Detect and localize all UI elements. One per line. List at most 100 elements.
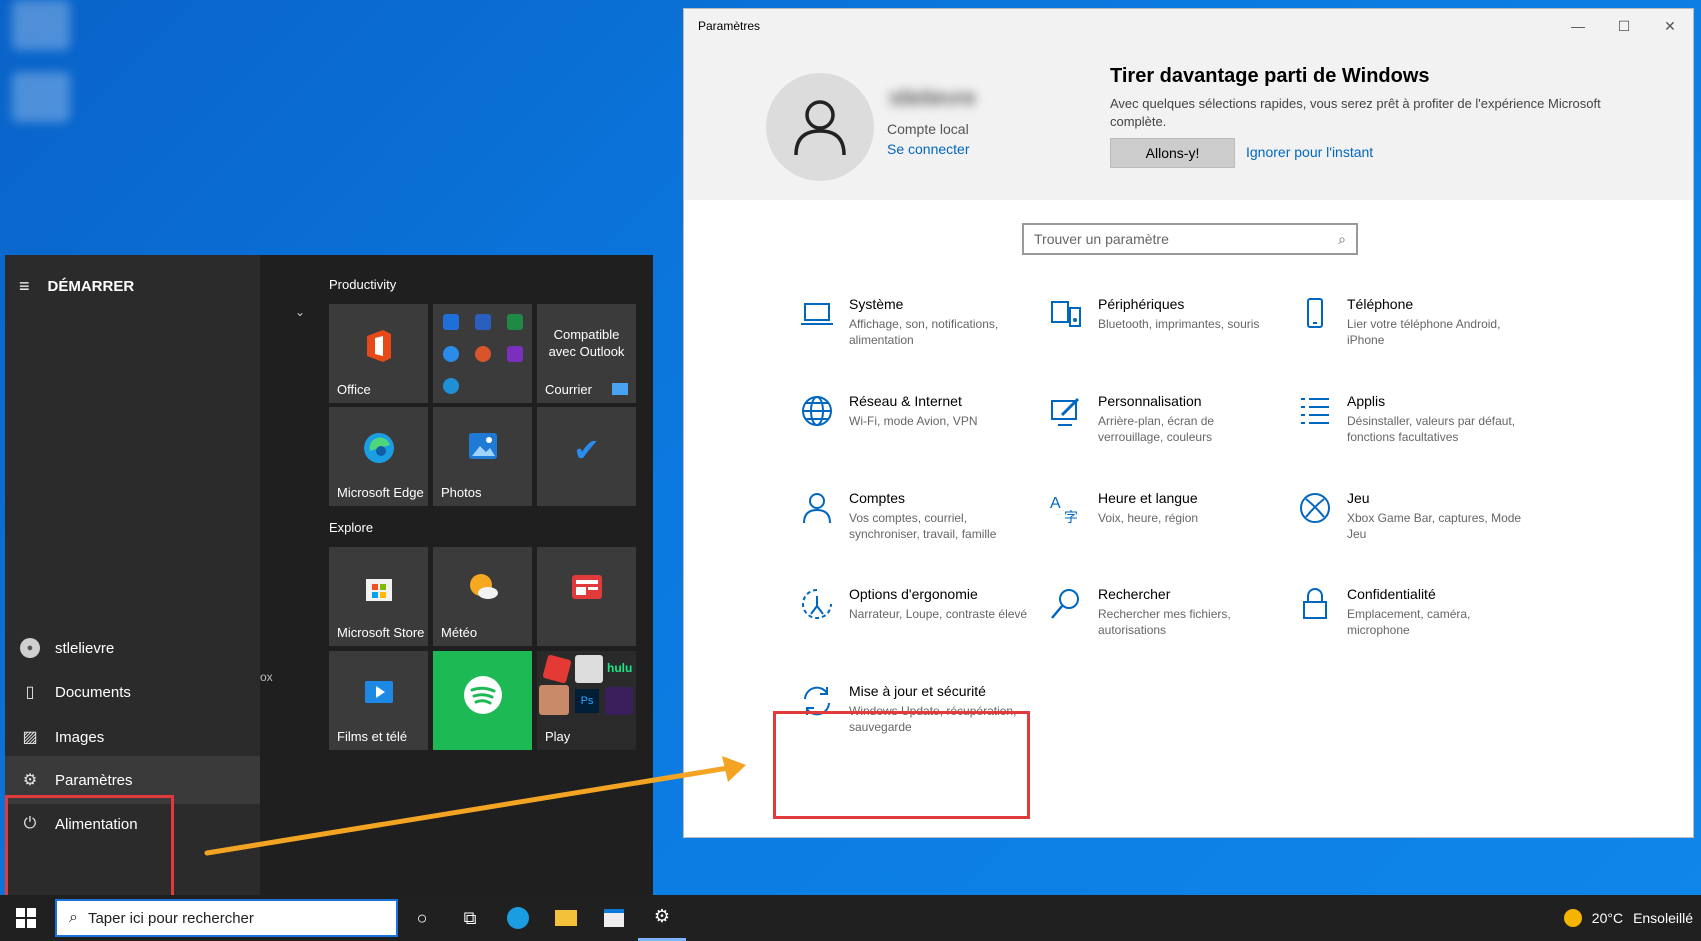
store-taskbar-icon[interactable]: [590, 895, 638, 941]
search-placeholder: Taper ici pour rechercher: [87, 909, 254, 927]
office-icon: [329, 328, 428, 372]
category-title: Mise à jour et sécurité: [849, 683, 986, 699]
skype-icon: [443, 378, 459, 394]
weather-text[interactable]: Ensoleillé: [1633, 910, 1693, 926]
tile-photos[interactable]: Photos: [433, 407, 532, 506]
taskbar-search-input[interactable]: ⌕ Taper ici pour rechercher: [55, 899, 398, 937]
tile-play[interactable]: hulu Ps Play: [537, 651, 636, 750]
group-title-explore[interactable]: Explore: [329, 520, 373, 535]
category-title: Rechercher: [1098, 586, 1171, 602]
search-icon: [1051, 589, 1079, 619]
start-header[interactable]: ≡ DÉMARRER: [19, 273, 134, 299]
tile-office-apps[interactable]: [433, 304, 532, 403]
rail-item-images[interactable]: ▨ Images: [5, 713, 260, 761]
chevron-down-icon[interactable]: ⌄: [295, 305, 305, 319]
tile-todo[interactable]: ✔: [537, 407, 636, 506]
xbox-icon: [1300, 493, 1330, 523]
category-description: Affichage, son, notifications, alimentat…: [849, 317, 999, 347]
spotify-icon: [433, 675, 532, 723]
title-bar[interactable]: Paramètres: [684, 9, 1693, 43]
dolby-icon: [605, 687, 633, 715]
ignore-link[interactable]: Ignorer pour l'instant: [1246, 144, 1373, 160]
window-title: Paramètres: [698, 19, 761, 33]
game-icon: [539, 685, 569, 715]
category-laptop[interactable]: Système Affichage, son, notifications, al…: [799, 296, 1039, 376]
category-devices[interactable]: Périphériques Bluetooth, imprimantes, sou…: [1048, 296, 1288, 376]
rail-item-label: Documents: [55, 683, 131, 701]
tile-news[interactable]: [537, 547, 636, 646]
news-icon: [537, 571, 636, 608]
edge-taskbar-icon[interactable]: [494, 895, 542, 941]
close-icon[interactable]: ✕: [1647, 9, 1693, 43]
settings-search-input[interactable]: Trouver un paramètre ⌕: [1022, 223, 1358, 255]
tile-meteo[interactable]: Météo: [433, 547, 532, 646]
outlook-icon: [443, 314, 459, 330]
category-description: Wi-Fi, mode Avion, VPN: [849, 414, 978, 428]
settings-taskbar-icon[interactable]: ⚙: [638, 895, 686, 941]
category-title: Personnalisation: [1098, 393, 1202, 409]
signin-link[interactable]: Se connecter: [887, 141, 970, 157]
rail-item-user[interactable]: ● stlelievre: [5, 624, 260, 672]
windows-start-button[interactable]: [0, 895, 52, 941]
file-explorer-icon[interactable]: [542, 895, 590, 941]
account-banner: stlelievre Compte local Se connecter Tir…: [684, 43, 1693, 200]
tile-edge[interactable]: Microsoft Edge: [329, 407, 428, 506]
category-description: Arrière-plan, écran de verrouillage, cou…: [1098, 414, 1215, 444]
category-title: Heure et langue: [1098, 490, 1198, 506]
category-search[interactable]: Rechercher Rechercher mes fichiers, autor…: [1048, 586, 1288, 666]
category-description: Bluetooth, imprimantes, souris: [1098, 317, 1260, 331]
rail-item-label: Paramètres: [55, 771, 133, 789]
tile-office[interactable]: Office: [329, 304, 428, 403]
cortana-icon[interactable]: ○: [398, 895, 446, 941]
task-view-icon[interactable]: ⧉: [446, 895, 494, 941]
category-description: Narrateur, Loupe, contraste élevé: [849, 607, 1028, 621]
category-lock[interactable]: Confidentialité Emplacement, caméra, micr…: [1297, 586, 1537, 666]
category-xbox[interactable]: Jeu Xbox Game Bar, captures, Mode Jeu: [1297, 490, 1537, 570]
windows-logo-icon: [16, 908, 36, 928]
rail-item-documents[interactable]: ▯ Documents: [5, 668, 260, 716]
temperature[interactable]: 20°C: [1592, 910, 1623, 926]
hamburger-icon[interactable]: ≡: [19, 276, 30, 297]
allons-y-button[interactable]: Allons-y!: [1110, 138, 1235, 168]
maximize-icon[interactable]: ☐: [1601, 9, 1647, 43]
category-title: Réseau & Internet: [849, 393, 962, 409]
taskbar: ⌕ Taper ici pour rechercher ○ ⧉ ⚙ 20°C E…: [0, 895, 1701, 941]
lock-icon: [1303, 588, 1327, 619]
category-phone[interactable]: Téléphone Lier votre téléphone Android, i…: [1297, 296, 1537, 376]
tile-films[interactable]: Films et télé: [329, 651, 428, 750]
tile-label: Photos: [441, 485, 482, 500]
partial-app-label: ox: [260, 670, 273, 684]
category-globe[interactable]: Réseau & Internet Wi-Fi, mode Avion, VPN: [799, 393, 1039, 473]
search-icon: ⌕: [69, 909, 78, 926]
category-description: Emplacement, caméra, microphone: [1347, 607, 1471, 637]
group-title-productivity[interactable]: Productivity: [329, 277, 396, 292]
tile-store[interactable]: Microsoft Store: [329, 547, 428, 646]
desktop-icon[interactable]: [12, 0, 70, 50]
tile-courrier[interactable]: Compatible avec Outlook Courrier: [537, 304, 636, 403]
desktop-icon[interactable]: [12, 72, 70, 122]
category-description: Voix, heure, région: [1098, 511, 1199, 525]
user-avatar-icon: [766, 73, 874, 181]
minimize-icon[interactable]: —: [1555, 9, 1601, 43]
word-icon: [475, 314, 491, 330]
roblox-icon: [542, 654, 572, 684]
hulu-icon: hulu: [607, 661, 633, 675]
paint-icon: [1051, 397, 1080, 426]
category-language[interactable]: A 字 Heure et langue Voix, heure, région: [1048, 490, 1288, 570]
category-person[interactable]: Comptes Vos comptes, courriel, synchronis…: [799, 490, 1039, 570]
system-tray: 20°C Ensoleillé: [1563, 895, 1693, 941]
onedrive-icon: [443, 346, 459, 362]
category-description: Désinstaller, valeurs par défaut, foncti…: [1347, 414, 1516, 444]
sun-icon[interactable]: [1563, 909, 1582, 927]
rail-item-label: stlelievre: [55, 639, 115, 657]
tile-spotify[interactable]: [433, 651, 532, 750]
powerpoint-icon: [475, 346, 491, 362]
category-apps-list[interactable]: Applis Désinstaller, valeurs par défaut, …: [1297, 393, 1537, 473]
start-title: DÉMARRER: [47, 277, 135, 295]
category-paint[interactable]: Personnalisation Arrière-plan, écran de v…: [1048, 393, 1288, 473]
promo-title: Tirer davantage parti de Windows: [1110, 65, 1430, 87]
photos-icon: [433, 431, 532, 468]
highlight-box-update: [773, 711, 1030, 819]
window-controls: — ☐ ✕: [1555, 9, 1693, 43]
category-ease-of-access[interactable]: Options d'ergonomie Narrateur, Loupe, con…: [799, 586, 1039, 666]
